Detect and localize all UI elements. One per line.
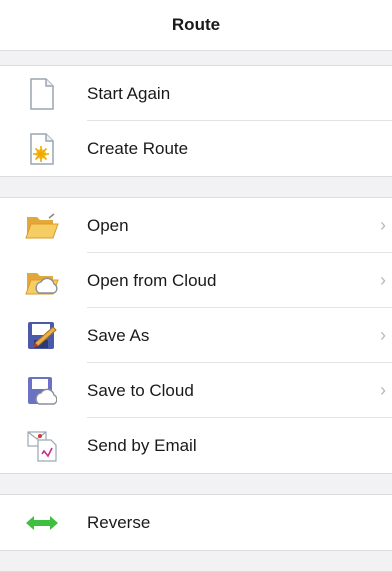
menu-item-label: Open from Cloud	[87, 270, 217, 290]
menu-item-send-by-email[interactable]: Send by Email	[0, 418, 392, 473]
menu-item-label: Start Again	[87, 83, 171, 103]
menu-item-create-route[interactable]: Create Route	[0, 121, 392, 176]
cloud-folder-icon	[22, 261, 62, 301]
menu-item-label: Save As	[87, 325, 150, 345]
menu-item-label: Open	[87, 215, 129, 235]
menu-item-label: Reverse	[87, 512, 151, 532]
save-to-cloud-icon	[22, 371, 62, 411]
menu-item-start-again[interactable]: Start Again	[0, 66, 392, 121]
menu-item-label: Create Route	[87, 138, 189, 158]
chevron-right-icon: ›	[380, 380, 386, 400]
section-divider	[0, 550, 392, 572]
menu-item-reverse[interactable]: Reverse	[0, 495, 392, 550]
blank-document-icon	[22, 74, 62, 114]
new-document-icon	[22, 129, 62, 169]
chevron-right-icon: ›	[380, 215, 386, 235]
email-document-icon	[22, 426, 62, 466]
menu-item-open[interactable]: Open ›	[0, 198, 392, 253]
save-as-icon	[22, 316, 62, 356]
menu-item-open-from-cloud[interactable]: Open from Cloud ›	[0, 253, 392, 308]
menu-item-label: Send by Email	[87, 435, 197, 455]
route-menu: Route Start Again Create Route Open › Op…	[0, 0, 392, 572]
chevron-right-icon: ›	[380, 270, 386, 290]
reverse-arrows-icon	[22, 503, 62, 543]
folder-open-icon	[22, 206, 62, 246]
chevron-right-icon: ›	[380, 325, 386, 345]
section-divider	[0, 176, 392, 198]
page-title: Route	[0, 0, 392, 50]
section-divider	[0, 50, 392, 66]
menu-item-label: Save to Cloud	[87, 380, 194, 400]
menu-item-save-as[interactable]: Save As ›	[0, 308, 392, 363]
menu-item-save-to-cloud[interactable]: Save to Cloud ›	[0, 363, 392, 418]
section-divider	[0, 473, 392, 495]
